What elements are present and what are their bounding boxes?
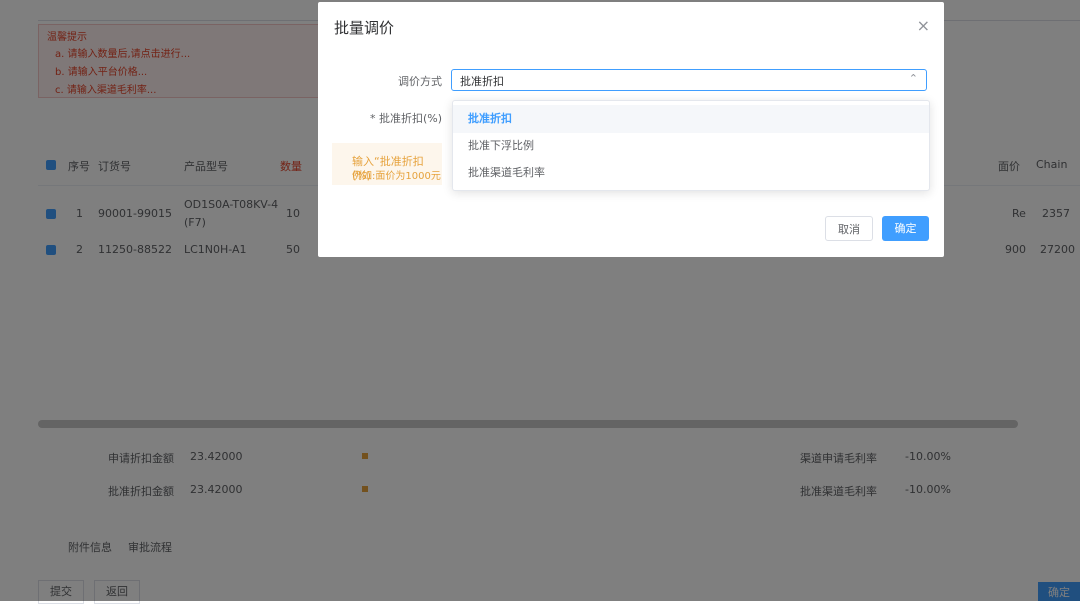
option-approved-down-ratio[interactable]: 批准下浮比例 bbox=[453, 132, 929, 160]
tip-box: 输入“批准折扣(%) 例如:面价为1000元 bbox=[332, 143, 442, 185]
discount-label: * 批准折扣(%) bbox=[369, 112, 442, 125]
chevron-up-icon: ⌃ bbox=[908, 72, 918, 85]
dialog-title: 批量调价 bbox=[334, 19, 395, 37]
close-icon[interactable]: × bbox=[917, 16, 930, 35]
option-approved-discount[interactable]: 批准折扣 bbox=[453, 105, 929, 133]
option-approved-channel-margin[interactable]: 批准渠道毛利率 bbox=[453, 159, 929, 187]
cancel-button[interactable]: 取消 bbox=[825, 216, 873, 241]
price-method-label: 调价方式 bbox=[398, 75, 442, 88]
confirm-button[interactable]: 确定 bbox=[882, 216, 929, 241]
price-method-select[interactable]: 批准折扣 ⌃ bbox=[451, 69, 927, 91]
price-method-value: 批准折扣 bbox=[460, 75, 504, 88]
price-method-dropdown: 批准折扣 批准下浮比例 批准渠道毛利率 bbox=[452, 100, 930, 191]
tip-line-2: 例如:面价为1000元 bbox=[352, 171, 441, 182]
